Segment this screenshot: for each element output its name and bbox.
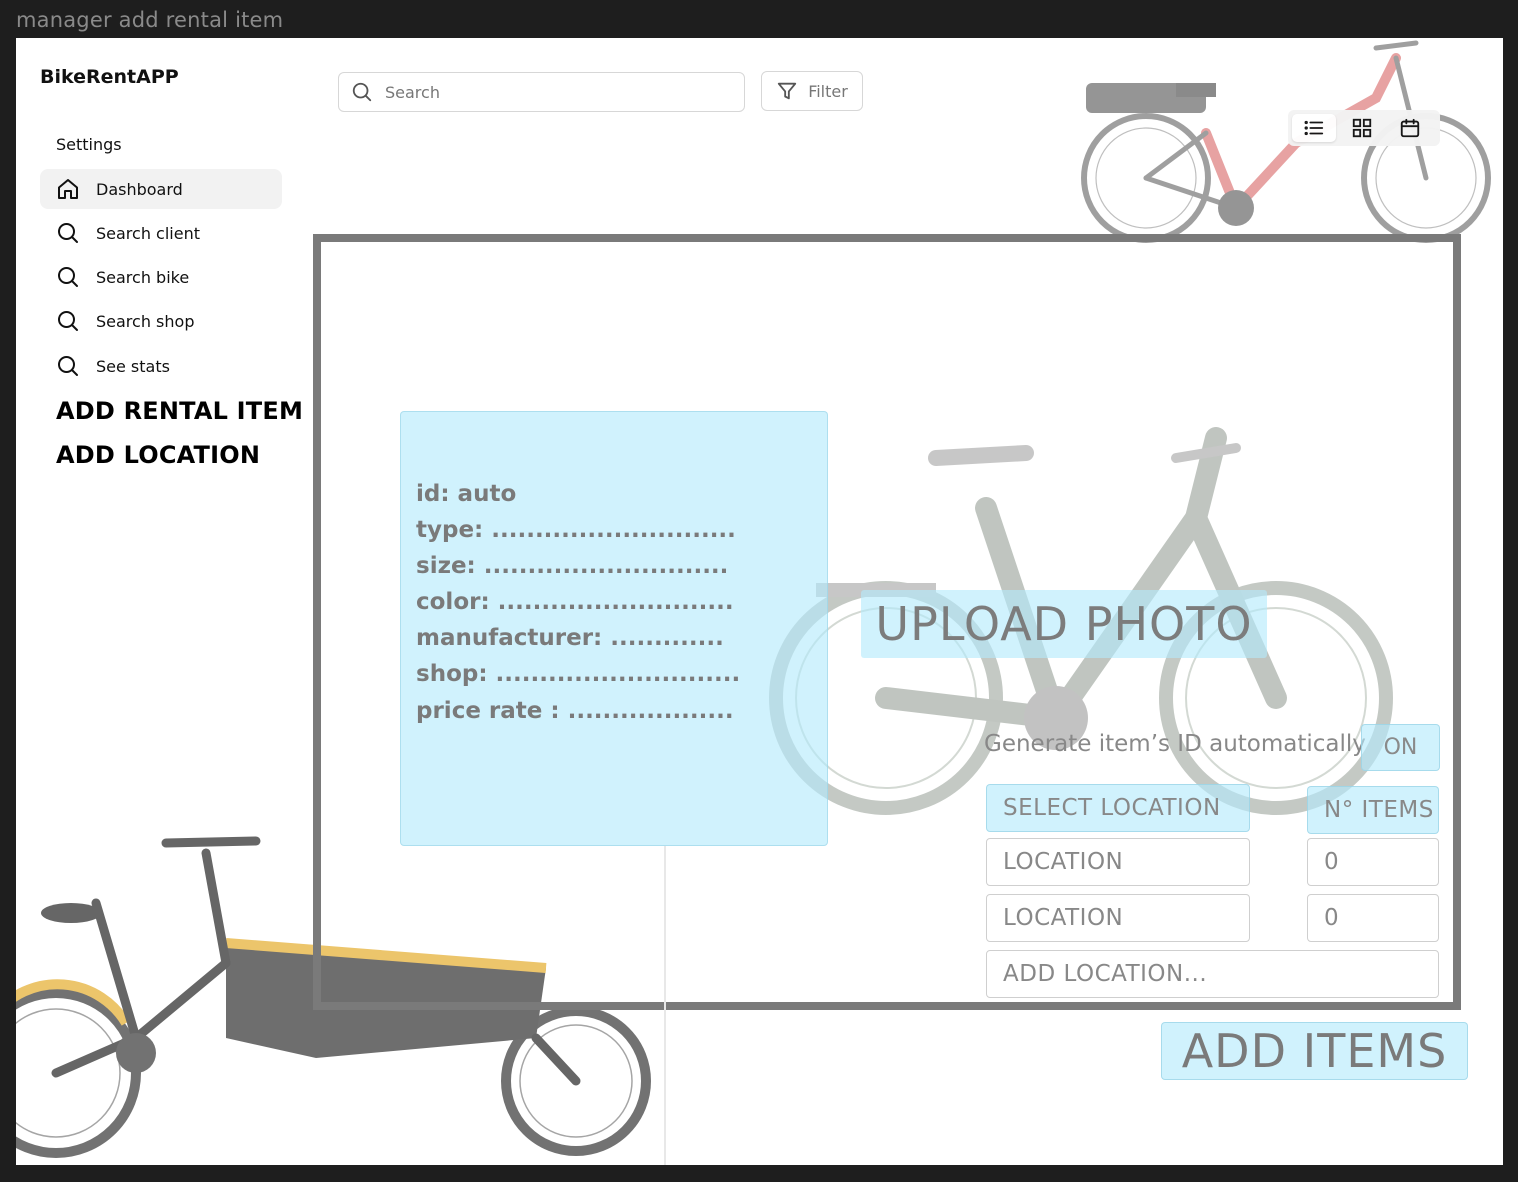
filter-button[interactable]: Filter xyxy=(761,71,863,111)
field-shop[interactable]: shop: ............................ xyxy=(416,661,740,687)
sidebar-item-label: See stats xyxy=(96,356,170,376)
upload-photo-button[interactable]: UPLOAD PHOTO xyxy=(861,590,1267,658)
search-icon xyxy=(58,223,78,243)
grid-icon xyxy=(1352,118,1372,138)
search-icon xyxy=(58,267,78,287)
sidebar-item-search-client[interactable]: Search client xyxy=(40,213,282,253)
sidebar-item-see-stats[interactable]: See stats xyxy=(40,346,282,386)
app-title: BikeRentAPP xyxy=(40,66,179,88)
search-icon xyxy=(58,356,78,376)
frame-label: manager add rental item xyxy=(16,8,284,32)
field-price-rate[interactable]: price rate : ................... xyxy=(416,698,734,724)
sidebar-item-label: Search bike xyxy=(96,267,190,287)
list-icon xyxy=(1304,120,1324,136)
add-location-field[interactable]: ADD LOCATION... xyxy=(986,950,1439,998)
home-icon xyxy=(58,179,78,199)
sidebar-item-dashboard[interactable]: Dashboard xyxy=(40,169,282,209)
select-location-header: SELECT LOCATION xyxy=(986,784,1250,832)
filter-icon xyxy=(778,82,797,100)
generate-id-toggle[interactable]: ON xyxy=(1361,724,1440,771)
calendar-icon xyxy=(1400,118,1420,138)
field-type[interactable]: type: ............................ xyxy=(416,517,736,543)
view-mode-switch xyxy=(1288,110,1440,146)
sidebar-item-label: Search shop xyxy=(96,311,195,331)
search-box[interactable] xyxy=(338,72,745,112)
grid-view-button[interactable] xyxy=(1340,114,1384,142)
sidebar-item-label: Dashboard xyxy=(96,179,183,199)
nav-add-location[interactable]: ADD LOCATION xyxy=(56,441,260,469)
field-id: id: auto xyxy=(416,481,517,507)
divider-line xyxy=(664,846,666,1165)
filter-label: Filter xyxy=(808,81,848,101)
search-icon xyxy=(352,82,372,102)
field-size[interactable]: size: ............................ xyxy=(416,553,728,579)
item-count-input[interactable]: 0 xyxy=(1307,838,1439,886)
sidebar-item-search-bike[interactable]: Search bike xyxy=(40,257,282,297)
search-input[interactable] xyxy=(385,82,715,102)
location-select[interactable]: LOCATION xyxy=(986,838,1250,886)
list-view-button[interactable] xyxy=(1292,114,1336,142)
item-count-input[interactable]: 0 xyxy=(1307,894,1439,942)
nav-add-rental-item[interactable]: ADD RENTAL ITEM xyxy=(56,397,303,425)
search-icon xyxy=(58,311,78,331)
n-items-header: N° ITEMS xyxy=(1307,786,1439,834)
sidebar-item-search-shop[interactable]: Search shop xyxy=(40,301,282,341)
sidebar-item-label: Search client xyxy=(96,223,200,243)
location-select[interactable]: LOCATION xyxy=(986,894,1250,942)
generate-id-label: Generate item’s ID automatically xyxy=(984,731,1366,757)
field-color[interactable]: color: ........................... xyxy=(416,589,734,615)
add-items-button[interactable]: ADD ITEMS xyxy=(1161,1022,1468,1080)
field-manufacturer[interactable]: manufacturer: ............. xyxy=(416,625,724,651)
calendar-view-button[interactable] xyxy=(1388,114,1432,142)
app-canvas: BikeRentAPP Settings Dashboard Search cl… xyxy=(16,38,1503,1165)
settings-label: Settings xyxy=(56,135,122,154)
